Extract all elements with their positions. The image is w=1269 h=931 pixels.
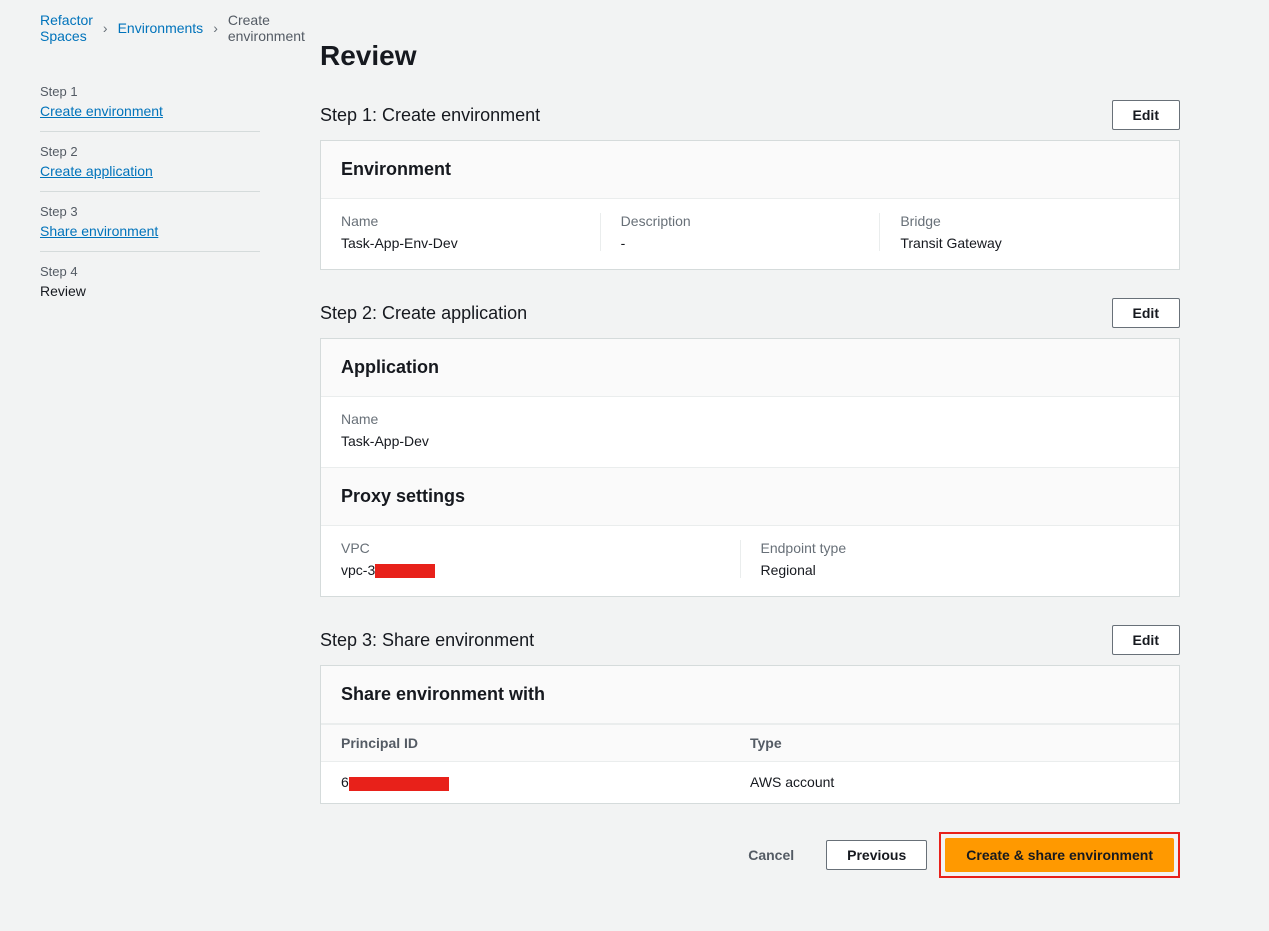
panel-title-environment: Environment [321,141,1179,199]
panel-title-application: Application [321,339,1179,397]
wizard-steps: Step 1 Create environment Step 2 Create … [40,72,260,311]
value-endpoint-type: Regional [761,562,1140,578]
section-heading-step3: Step 3: Share environment [320,630,534,651]
principal-prefix: 6 [341,774,349,790]
wizard-step-2: Step 2 Create application [40,132,260,192]
breadcrumb-current: Create environment [228,12,305,44]
highlight-box: Create & share environment [939,832,1180,878]
redacted-vpc-id [375,564,435,578]
value-env-description: - [621,235,860,251]
table-header: Principal ID Type [321,724,1179,761]
section-heading-step1: Step 1: Create environment [320,105,540,126]
redacted-principal-id [349,777,449,791]
page-title: Review [320,40,1180,72]
step-number: Step 3 [40,204,260,219]
chevron-right-icon: › [213,20,218,36]
vpc-prefix: vpc-3 [341,562,375,578]
previous-button[interactable]: Previous [826,840,927,870]
breadcrumb-root[interactable]: Refactor Spaces [40,12,93,44]
environment-panel: Environment Name Task-App-Env-Dev Descri… [320,140,1180,270]
create-share-environment-button[interactable]: Create & share environment [945,838,1174,872]
step-link-share-environment[interactable]: Share environment [40,223,260,239]
edit-step3-button[interactable]: Edit [1112,625,1180,655]
table-row: 6 AWS account [321,761,1179,802]
label-env-bridge: Bridge [900,213,1139,229]
step-link-create-environment[interactable]: Create environment [40,103,260,119]
edit-step2-button[interactable]: Edit [1112,298,1180,328]
section-heading-step2: Step 2: Create application [320,303,527,324]
cancel-button[interactable]: Cancel [728,839,814,871]
chevron-right-icon: › [103,20,108,36]
label-app-name: Name [341,411,1139,427]
label-env-description: Description [621,213,860,229]
wizard-step-1: Step 1 Create environment [40,72,260,132]
step-number: Step 4 [40,264,260,279]
panel-title-proxy: Proxy settings [321,467,1179,526]
value-vpc: vpc-3 [341,562,720,578]
wizard-step-4: Step 4 Review [40,252,260,311]
cell-type: AWS account [750,774,1159,790]
value-env-bridge: Transit Gateway [900,235,1139,251]
label-env-name: Name [341,213,580,229]
value-app-name: Task-App-Dev [341,433,1139,449]
label-endpoint-type: Endpoint type [761,540,1140,556]
label-vpc: VPC [341,540,720,556]
breadcrumb-environments[interactable]: Environments [118,20,204,36]
step-current-review: Review [40,283,260,299]
share-table: Principal ID Type 6 AWS account [321,724,1179,802]
col-type: Type [750,735,1159,751]
panel-title-share: Share environment with [321,666,1179,724]
col-principal-id: Principal ID [341,735,750,751]
wizard-footer: Cancel Previous Create & share environme… [320,832,1180,878]
value-env-name: Task-App-Env-Dev [341,235,580,251]
step-number: Step 2 [40,144,260,159]
share-panel: Share environment with Principal ID Type… [320,665,1180,803]
step-link-create-application[interactable]: Create application [40,163,260,179]
edit-step1-button[interactable]: Edit [1112,100,1180,130]
step-number: Step 1 [40,84,260,99]
wizard-step-3: Step 3 Share environment [40,192,260,252]
breadcrumb: Refactor Spaces › Environments › Create … [40,12,260,44]
application-panel: Application Name Task-App-Dev Proxy sett… [320,338,1180,597]
cell-principal-id: 6 [341,774,750,790]
